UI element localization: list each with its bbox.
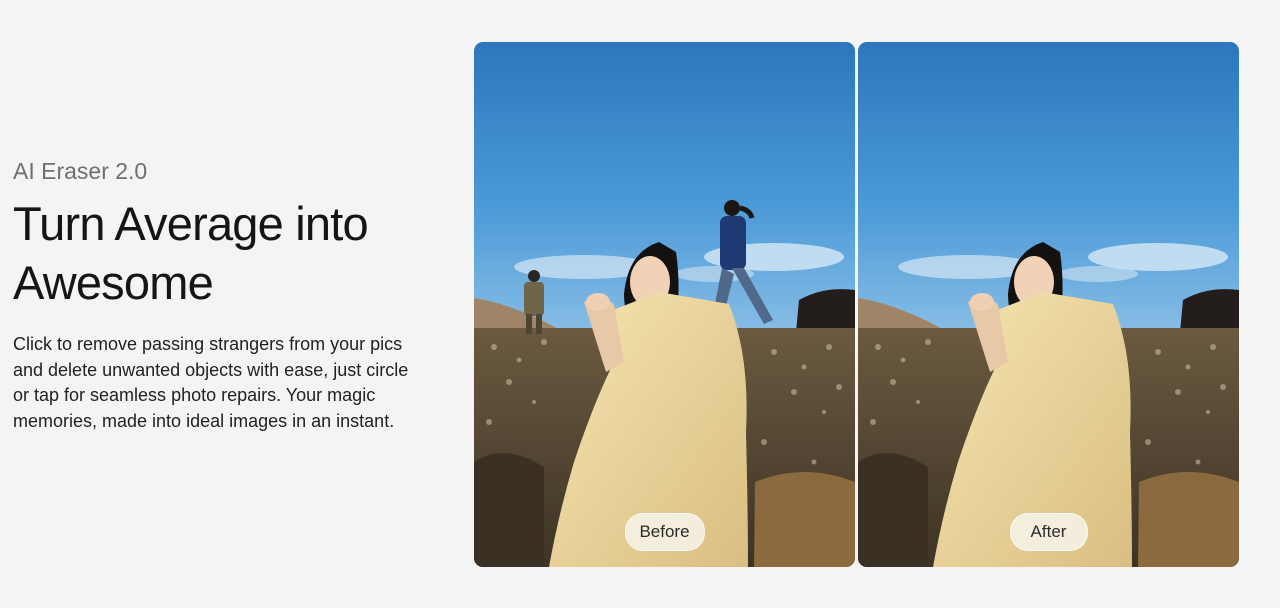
before-photo	[474, 42, 855, 567]
feature-text: AI Eraser 2.0 Turn Average into Awesome …	[13, 156, 433, 434]
before-image-panel: Before	[474, 42, 855, 567]
feature-description: Click to remove passing strangers from y…	[13, 334, 409, 431]
after-image-panel: After	[858, 42, 1239, 567]
after-label: After	[1009, 513, 1088, 551]
headline-line-1: Turn Average into	[13, 197, 369, 250]
feature-headline: Turn Average into Awesome	[13, 194, 433, 312]
feature-eyebrow: AI Eraser 2.0	[13, 158, 148, 184]
after-photo	[858, 42, 1239, 567]
headline-line-2: Awesome	[13, 256, 214, 309]
before-label: Before	[624, 513, 705, 551]
